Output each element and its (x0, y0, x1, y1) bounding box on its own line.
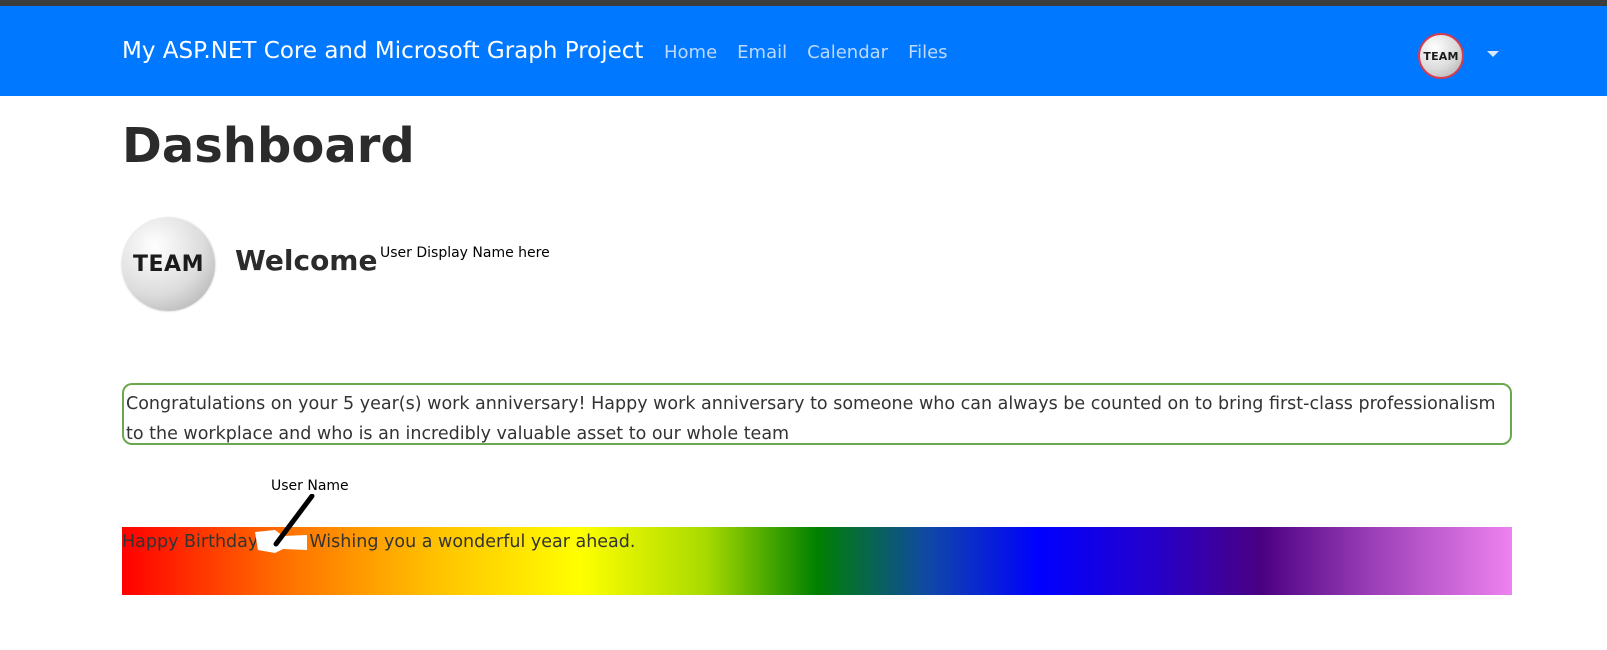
profile-avatar: TEAM (122, 218, 215, 311)
birthday-message: Happy Birthday Wishing you a wonderful y… (122, 532, 635, 552)
navbar: My ASP.NET Core and Microsoft Graph Proj… (0, 6, 1607, 96)
birthday-suffix: Wishing you a wonderful year ahead. (309, 532, 636, 552)
welcome-heading: Welcome (235, 244, 378, 277)
avatar-label: TEAM (1423, 49, 1459, 63)
nav-links: Home Email Calendar Files (664, 42, 968, 63)
birthday-prefix: Happy Birthday (122, 532, 259, 552)
profile-avatar-label: TEAM (133, 252, 204, 277)
page-title: Dashboard (122, 118, 415, 174)
nav-link-calendar[interactable]: Calendar (807, 42, 888, 63)
user-avatar-button[interactable]: TEAM (1418, 33, 1464, 79)
anniversary-message: Congratulations on your 5 year(s) work a… (126, 394, 1496, 444)
nav-link-files[interactable]: Files (908, 42, 948, 63)
nav-link-home[interactable]: Home (664, 42, 717, 63)
chevron-down-icon[interactable] (1487, 51, 1499, 57)
user-name-annotation: User Name (271, 478, 349, 494)
display-name-annotation: User Display Name here (380, 245, 550, 261)
redaction-mark (380, 262, 460, 274)
annotation-pointer-line (273, 494, 315, 547)
nav-link-email[interactable]: Email (737, 42, 787, 63)
anniversary-card: Congratulations on your 5 year(s) work a… (122, 383, 1512, 445)
navbar-brand[interactable]: My ASP.NET Core and Microsoft Graph Proj… (122, 38, 643, 64)
